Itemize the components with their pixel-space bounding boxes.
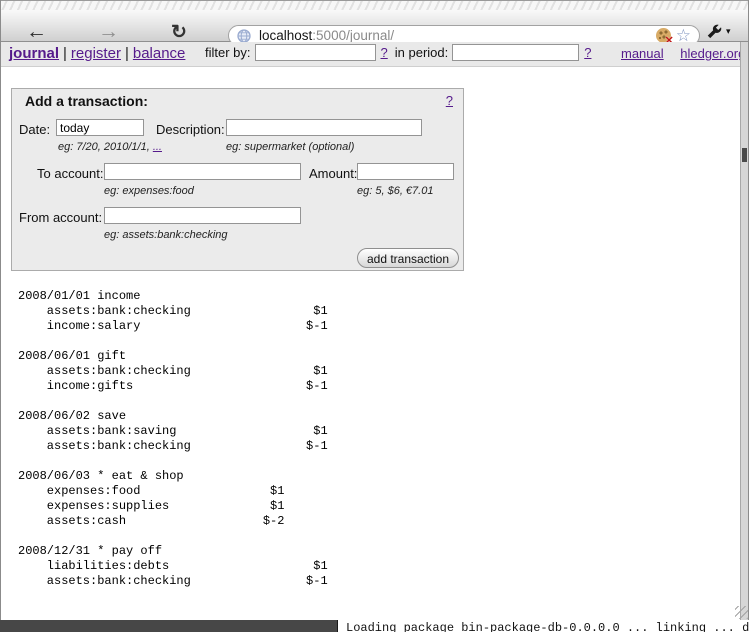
filter-by-label: filter by: [205, 45, 251, 60]
description-field[interactable] [226, 119, 422, 136]
view-links: journal|register|balance [9, 45, 185, 62]
chevron-down-icon: ▾ [726, 26, 731, 37]
journal-text: 2008/01/01 income assets:bank:checking $… [18, 289, 328, 589]
date-label: Date: [19, 122, 50, 137]
description-hint: eg: supermarket (optional) [226, 141, 354, 153]
nav-separator: | [125, 45, 129, 62]
to-account-field[interactable] [104, 163, 301, 180]
manual-link[interactable]: manual [621, 46, 664, 61]
browser-menu-button[interactable]: ▾ [707, 24, 731, 39]
add-transaction-button[interactable]: add transaction [357, 248, 459, 268]
forward-icon[interactable]: → [98, 22, 119, 42]
external-links: manual hledger.org [621, 46, 745, 61]
from-account-hint: eg: assets:bank:checking [104, 229, 228, 241]
url-path: :5000/journal/ [312, 28, 394, 43]
filter-controls: filter by: ? in period: ? [205, 44, 598, 61]
amount-hint: eg: 5, $6, €7.01 [357, 185, 433, 197]
from-account-field[interactable] [104, 207, 301, 224]
window-resize-grip[interactable] [735, 606, 748, 619]
nav-link-register[interactable]: register [71, 45, 121, 62]
cookie-blocked-icon[interactable]: ✕ [656, 28, 671, 43]
nav-separator: | [63, 45, 67, 62]
hledger-org-link[interactable]: hledger.org [680, 46, 745, 61]
terminal-output: Loading package bin-package-db-0.0.0.0 .… [346, 621, 749, 632]
wrench-icon [707, 24, 722, 39]
desktop-background: Loading package bin-package-db-0.0.0.0 .… [0, 620, 749, 632]
globe-icon [237, 29, 251, 43]
description-label: Description: [156, 122, 225, 137]
amount-label: Amount: [309, 166, 357, 181]
date-hint-text: eg: 7/20, 2010/1/1, [58, 141, 153, 153]
date-hint-more-link[interactable]: ... [153, 141, 162, 153]
browser-window: ← → ↻ localhost:5000/journal/ ✕ ☆ [0, 0, 749, 632]
date-field[interactable] [56, 119, 144, 136]
in-period-label: in period: [395, 45, 448, 60]
nav-link-balance[interactable]: balance [133, 45, 186, 62]
date-hint: eg: 7/20, 2010/1/1, ... [58, 141, 162, 153]
filter-input[interactable] [255, 44, 376, 61]
form-title: Add a transaction: [25, 93, 148, 109]
nav-link-journal[interactable]: journal [9, 45, 59, 62]
to-account-label: To account: [37, 166, 104, 181]
reload-icon[interactable]: ↻ [171, 23, 187, 43]
from-account-label: From account: [19, 210, 102, 225]
scrollbar-thumb[interactable] [742, 148, 747, 162]
back-icon[interactable]: ← [26, 22, 47, 42]
amount-field[interactable] [357, 163, 454, 180]
url-host: localhost [259, 28, 312, 43]
add-transaction-form: Add a transaction: ? Date: Description: … [11, 88, 464, 271]
to-account-hint: eg: expenses:food [104, 185, 194, 197]
window-titlebar[interactable] [0, 0, 749, 10]
form-help-link[interactable]: ? [446, 93, 453, 108]
filter-help-link[interactable]: ? [381, 45, 388, 60]
terminal-window[interactable]: Loading package bin-package-db-0.0.0.0 .… [337, 620, 749, 632]
url-text[interactable]: localhost:5000/journal/ [259, 28, 394, 43]
scrollbar-track[interactable] [740, 42, 748, 620]
period-help-link[interactable]: ? [584, 45, 591, 60]
period-input[interactable] [452, 44, 579, 61]
bookmark-star-icon[interactable]: ☆ [676, 28, 691, 43]
browser-toolbar: ← → ↻ localhost:5000/journal/ ✕ ☆ [0, 10, 749, 42]
